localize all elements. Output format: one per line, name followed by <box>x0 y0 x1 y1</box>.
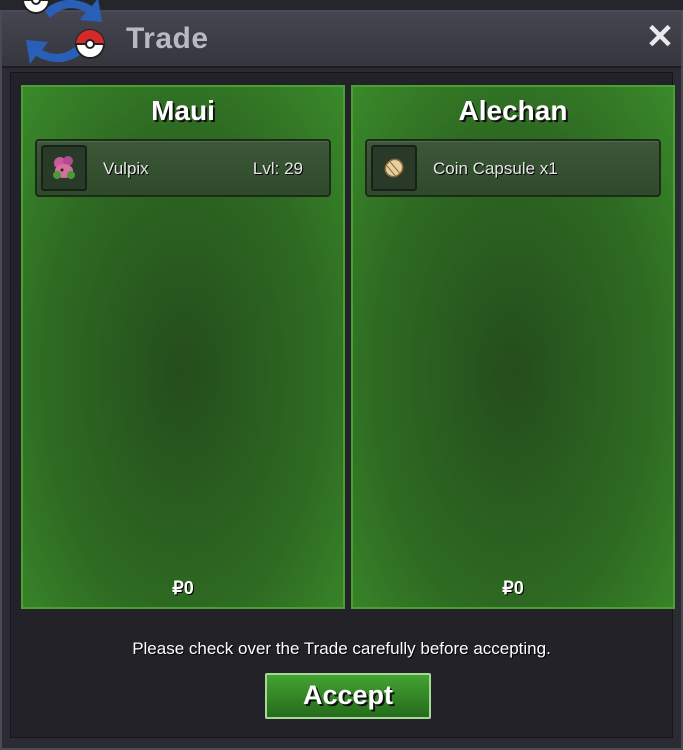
close-button[interactable]: ✕ <box>645 20 675 54</box>
trade-logo-icon <box>22 0 105 64</box>
window-title: Trade <box>126 22 209 55</box>
pokemon-name: Vulpix <box>103 159 149 178</box>
money-offer-left: ₽0 <box>172 578 194 598</box>
vulpix-icon <box>41 145 87 191</box>
trade-notice: Please check over the Trade carefully be… <box>132 639 551 658</box>
trade-content: Maui Vulpix Lvl: 29 ₽0 Alechan Coin Caps… <box>10 72 675 738</box>
money-offer-right: ₽0 <box>502 578 524 598</box>
coin-capsule-icon <box>371 145 417 191</box>
item-name: Coin Capsule x1 <box>433 159 558 178</box>
player-name-right: Alechan <box>458 95 568 126</box>
offer-slot-right[interactable]: Coin Capsule x1 <box>365 139 661 197</box>
offer-slot-left[interactable]: Vulpix Lvl: 29 <box>35 139 331 197</box>
trade-window: Trade ✕ Maui Vulpix Lvl: 29 ₽0 Alechan C… <box>0 10 683 750</box>
player-name-left: Maui <box>151 95 215 126</box>
my-offer-panel: Maui Vulpix Lvl: 29 ₽0 <box>21 85 345 609</box>
pokemon-level: Lvl: 29 <box>252 159 303 178</box>
accept-button[interactable]: Accept <box>265 673 431 719</box>
their-offer-panel: Alechan Coin Capsule x1 ₽0 <box>351 85 675 609</box>
